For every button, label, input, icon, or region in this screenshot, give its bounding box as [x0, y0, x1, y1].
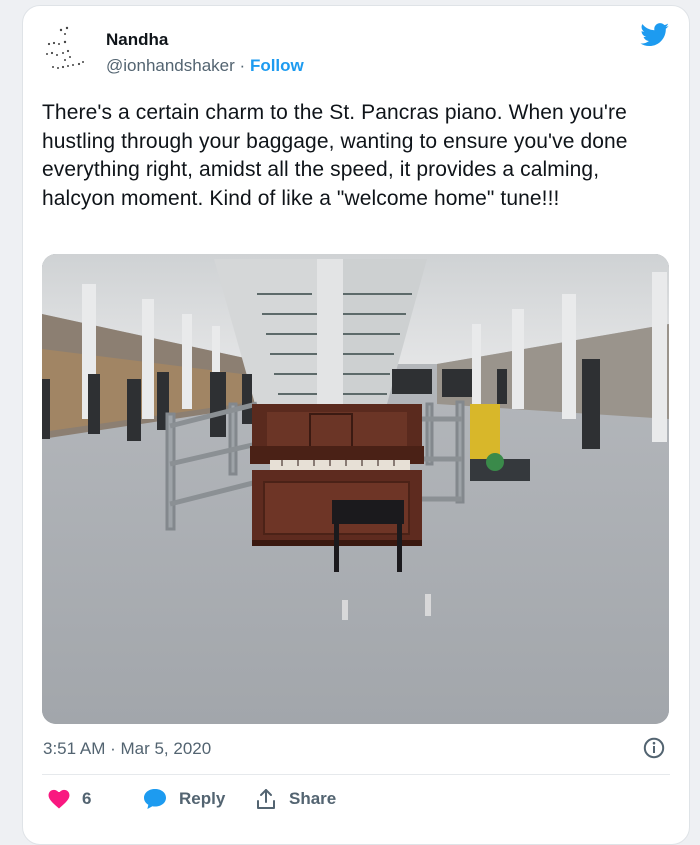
dotted-doodle-avatar-icon: [46, 26, 84, 69]
info-circle-icon[interactable]: [643, 737, 665, 759]
twitter-bird-icon[interactable]: [640, 23, 670, 47]
speech-bubble-icon: [144, 789, 166, 809]
like-count: 6: [82, 789, 92, 808]
reply-label: Reply: [179, 789, 226, 808]
avatar[interactable]: [41, 20, 103, 82]
tweet-photo[interactable]: [42, 254, 669, 724]
follow-button[interactable]: Follow: [250, 56, 304, 75]
reply-button[interactable]: Reply: [143, 786, 225, 812]
timestamp[interactable]: 3:51 AM · Mar 5, 2020: [43, 739, 211, 759]
like-button[interactable]: 6: [48, 786, 91, 812]
separator-dot: ·: [239, 56, 246, 75]
heart-icon: [48, 789, 70, 809]
author-handle-row: @ionhandshaker · Follow: [106, 56, 304, 76]
author-name[interactable]: Nandha: [106, 30, 168, 50]
divider: [42, 774, 670, 775]
share-label: Share: [289, 789, 337, 808]
share-arrow-icon: [257, 789, 275, 809]
share-button[interactable]: Share: [255, 786, 336, 812]
tweet-text: There's a certain charm to the St. Pancr…: [42, 101, 628, 210]
author-handle[interactable]: @ionhandshaker: [106, 56, 235, 75]
tweet-card: Nandha @ionhandshaker · Follow There's a…: [22, 5, 690, 845]
